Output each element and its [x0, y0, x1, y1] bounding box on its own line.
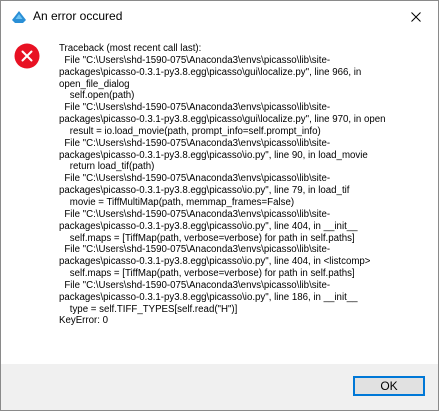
window-title: An error occured [33, 9, 123, 23]
message-line: self.open(path) [59, 90, 135, 102]
error-message: Traceback (most recent call last): File … [59, 43, 431, 327]
message-line: packages\picasso-0.3.1-py3.8.egg\picasso… [59, 220, 358, 232]
message-line: KeyError: 0 [59, 315, 108, 327]
message-line: File "C:\Users\shd-1590-075\Anaconda3\en… [59, 279, 331, 291]
error-icon [14, 43, 40, 69]
message-line: self.maps = [TiffMap(path, verbose=verbo… [59, 268, 355, 280]
close-icon [410, 11, 421, 22]
error-dialog-window: An error occured Traceback (most recent … [0, 0, 439, 411]
message-line: Traceback (most recent call last): [59, 43, 202, 54]
message-line: result = io.load_movie(path, prompt_info… [59, 125, 321, 137]
title-bar[interactable]: An error occured [1, 1, 438, 32]
message-line: packages\picasso-0.3.1-py3.8.egg\picasso… [59, 149, 368, 161]
button-bar: OK [1, 364, 438, 410]
message-line: File "C:\Users\shd-1590-075\Anaconda3\en… [59, 102, 331, 114]
message-line: packages\picasso-0.3.1-py3.8.egg\picasso… [59, 185, 350, 197]
close-button[interactable] [393, 1, 438, 32]
message-line: File "C:\Users\shd-1590-075\Anaconda3\en… [59, 173, 331, 185]
message-line: File "C:\Users\shd-1590-075\Anaconda3\en… [59, 54, 331, 66]
message-line: type = self.TIFF_TYPES[self.read("H")] [59, 303, 238, 315]
message-line: packages\picasso-0.3.1-py3.8.egg\picasso… [59, 256, 371, 268]
dialog-content: Traceback (most recent call last): File … [1, 32, 438, 364]
message-line: self.maps = [TiffMap(path, verbose=verbo… [59, 232, 355, 244]
message-line: packages\picasso-0.3.1-py3.8.egg\picasso… [59, 291, 358, 303]
message-line: File "C:\Users\shd-1590-075\Anaconda3\en… [59, 208, 331, 220]
message-line: movie = TiffMultiMap(path, memmap_frames… [59, 196, 295, 208]
ok-button[interactable]: OK [353, 376, 425, 396]
message-line: open_file_dialog [59, 78, 130, 90]
message-line: packages\picasso-0.3.1-py3.8.egg\picasso… [59, 114, 386, 126]
python-app-icon [12, 10, 26, 23]
message-line: packages\picasso-0.3.1-py3.8.egg\picasso… [59, 66, 362, 78]
message-line: File "C:\Users\shd-1590-075\Anaconda3\en… [59, 244, 331, 256]
message-line: File "C:\Users\shd-1590-075\Anaconda3\en… [59, 137, 331, 149]
message-line: return load_tif(path) [59, 161, 155, 173]
